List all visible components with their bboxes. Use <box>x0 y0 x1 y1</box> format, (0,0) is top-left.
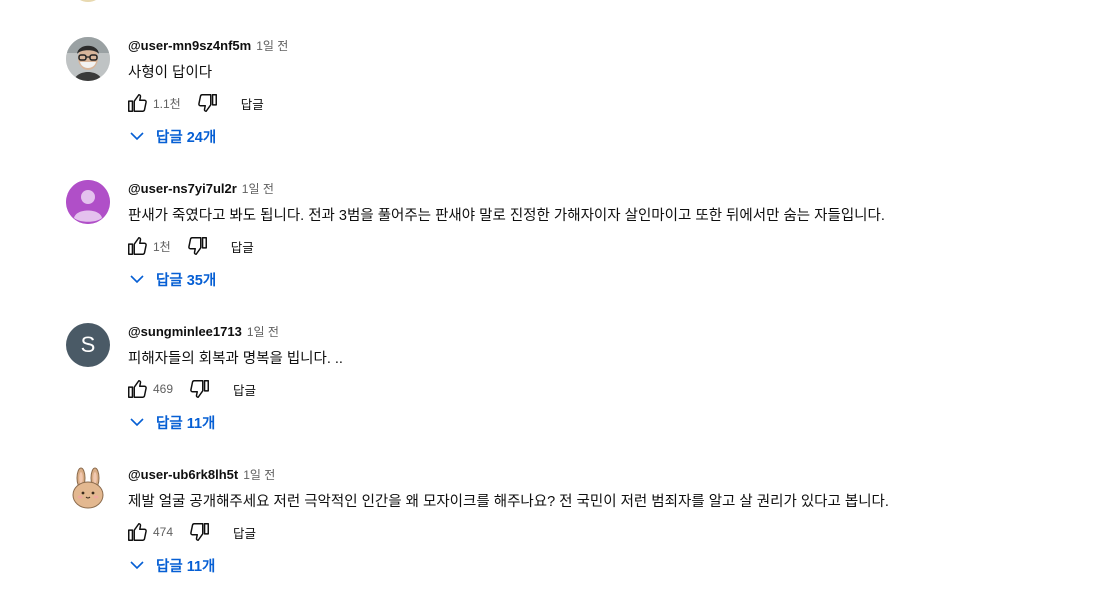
like-count: 1.1천 <box>153 96 181 111</box>
comment-author[interactable]: @user-ub6rk8lh5t <box>128 467 238 482</box>
dislike-icon[interactable] <box>185 233 211 259</box>
chevron-down-icon <box>128 127 146 145</box>
comment-author[interactable]: @sungminlee1713 <box>128 324 242 339</box>
previous-comment-avatar-edge <box>76 0 100 2</box>
comment-thread: @user-ub6rk8lh5t 1일 전 제발 얼굴 공개해주세요 저런 극악… <box>0 466 1094 609</box>
reply-button[interactable]: 답글 <box>231 237 254 256</box>
rabbit-icon <box>72 467 104 509</box>
comment-actions: 1천 답글 <box>124 228 254 264</box>
comment-thread: S @sungminlee1713 1일 전 피해자들의 회복과 명복을 빕니다… <box>0 323 1094 466</box>
comment-time[interactable]: 1일 전 <box>247 323 279 340</box>
comment-thread: @user-mn9sz4nf5m 1일 전 사형이 답이다 1.1천 답글 답글… <box>0 37 1094 180</box>
dislike-icon[interactable] <box>195 90 221 116</box>
comment-time[interactable]: 1일 전 <box>242 180 274 197</box>
default-person-icon <box>66 180 110 224</box>
comment-header: @sungminlee1713 1일 전 <box>128 323 279 341</box>
comment-header: @user-ub6rk8lh5t 1일 전 <box>128 466 275 484</box>
comment-actions: 1.1천 답글 <box>124 85 264 121</box>
chevron-down-icon <box>128 556 146 574</box>
view-replies-button[interactable]: 답글 11개 <box>128 409 215 435</box>
replies-count-label: 답글 11개 <box>156 558 216 575</box>
comment-time[interactable]: 1일 전 <box>256 37 288 54</box>
like-icon[interactable] <box>124 519 150 545</box>
avatar[interactable] <box>66 37 110 81</box>
comment-author[interactable]: @user-ns7yi7ul2r <box>128 181 237 196</box>
comment-thread: @user-ns7yi7ul2r 1일 전 판새가 죽였다고 봐도 됩니다. 전… <box>0 180 1094 323</box>
reply-button[interactable]: 답글 <box>233 523 256 542</box>
like-icon[interactable] <box>124 90 150 116</box>
avatar[interactable]: S <box>66 323 110 367</box>
avatar[interactable] <box>66 466 110 510</box>
view-replies-button[interactable]: 답글 11개 <box>128 552 215 578</box>
like-count: 1천 <box>153 239 171 254</box>
like-count: 469 <box>153 382 174 396</box>
comment-text: 판새가 죽였다고 봐도 됩니다. 전과 3범을 풀어주는 판새야 말로 진정한 … <box>128 208 885 224</box>
like-icon[interactable] <box>124 233 150 259</box>
comment-text: 피해자들의 회복과 명복을 빕니다. .. <box>128 351 343 367</box>
reply-button[interactable]: 답글 <box>241 94 264 113</box>
avatar-letter: S <box>80 332 96 357</box>
comment-actions: 469 답글 <box>124 371 256 407</box>
comment-header: @user-mn9sz4nf5m 1일 전 <box>128 37 288 55</box>
comment-author[interactable]: @user-mn9sz4nf5m <box>128 38 251 53</box>
comment-text: 사형이 답이다 <box>128 65 213 81</box>
comment-time[interactable]: 1일 전 <box>243 466 275 483</box>
view-replies-button[interactable]: 답글 35개 <box>128 266 216 292</box>
chevron-down-icon <box>128 413 146 431</box>
comment-text: 제발 얼굴 공개해주세요 저런 극악적인 인간을 왜 모자이크를 해주나요? 전… <box>128 494 889 510</box>
replies-count-label: 답글 35개 <box>156 272 217 289</box>
chevron-down-icon <box>128 270 146 288</box>
comment-header: @user-ns7yi7ul2r 1일 전 <box>128 180 274 198</box>
person-photo-icon <box>66 37 110 81</box>
like-count: 474 <box>153 525 174 539</box>
comment-actions: 474 답글 <box>124 514 256 550</box>
view-replies-button[interactable]: 답글 24개 <box>128 123 216 149</box>
reply-button[interactable]: 답글 <box>233 380 256 399</box>
replies-count-label: 답글 24개 <box>156 129 217 146</box>
replies-count-label: 답글 11개 <box>156 415 216 432</box>
like-icon[interactable] <box>124 376 150 402</box>
avatar[interactable] <box>66 180 110 224</box>
dislike-icon[interactable] <box>187 519 213 545</box>
dislike-icon[interactable] <box>187 376 213 402</box>
